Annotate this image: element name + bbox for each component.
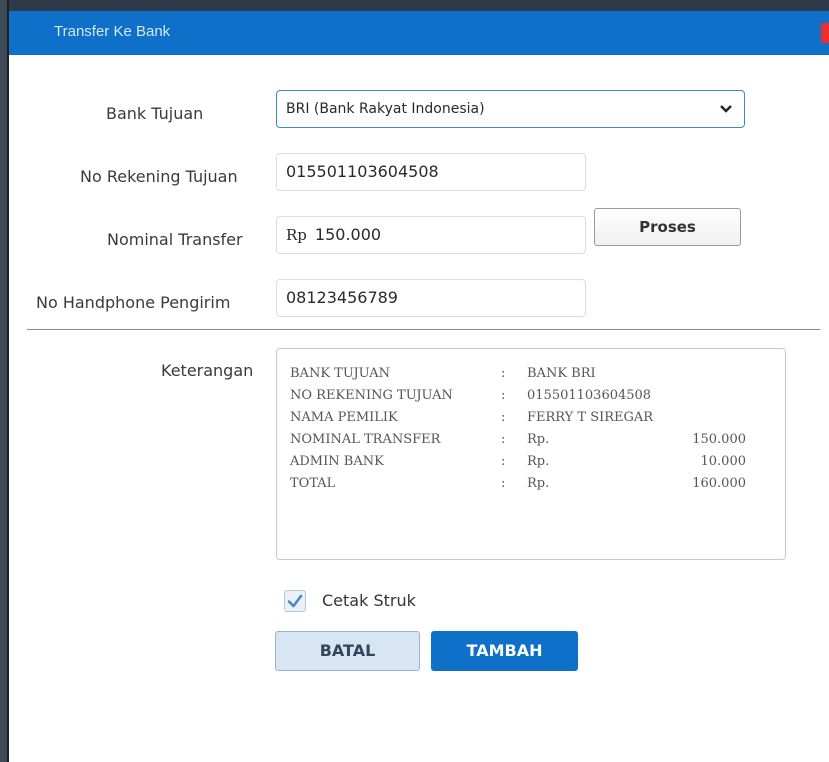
window-frame-left — [0, 0, 9, 762]
nominal-transfer-input[interactable]: Rp 150.000 — [276, 216, 586, 254]
keterangan-line: TOTAL: Rp. 160.000 — [290, 476, 746, 491]
keterangan-line: NAMA PEMILIK: FERRY T SIREGAR — [290, 410, 654, 425]
batal-button[interactable]: BATAL — [275, 631, 420, 671]
keterangan-line: BANK TUJUAN: BANK BRI — [290, 366, 596, 381]
bank-tujuan-label: Bank Tujuan — [106, 104, 204, 123]
currency-prefix: Rp — [286, 226, 307, 244]
window-title: Transfer Ke Bank — [54, 23, 171, 40]
no-rekening-value: 015501103604508 — [286, 162, 439, 181]
checkmark-icon — [287, 594, 303, 608]
keterangan-label: Keterangan — [161, 361, 254, 380]
window-frame-top — [9, 0, 829, 11]
close-button[interactable] — [821, 23, 829, 43]
bank-tujuan-value: BRI (Bank Rakyat Indonesia) — [286, 101, 485, 117]
section-divider — [27, 329, 820, 330]
no-handphone-label: No Handphone Pengirim — [36, 293, 231, 312]
proses-button[interactable]: Proses — [594, 208, 741, 246]
keterangan-line: NOMINAL TRANSFER: Rp. 150.000 — [290, 432, 746, 447]
keterangan-line: NO REKENING TUJUAN:015501103604508 — [290, 388, 652, 403]
tambah-button[interactable]: TAMBAH — [431, 631, 578, 671]
keterangan-line: ADMIN BANK: Rp. 10.000 — [290, 454, 746, 469]
chevron-down-icon — [720, 105, 732, 113]
no-handphone-value: 08123456789 — [286, 288, 398, 307]
no-rekening-label: No Rekening Tujuan — [80, 167, 238, 186]
no-rekening-input[interactable]: 015501103604508 — [276, 153, 586, 191]
nominal-transfer-label: Nominal Transfer — [107, 230, 243, 249]
cetak-struk-label[interactable]: Cetak Struk — [322, 591, 416, 610]
cetak-struk-checkbox[interactable] — [284, 590, 306, 612]
no-handphone-input[interactable]: 08123456789 — [276, 279, 586, 317]
bank-tujuan-select[interactable]: BRI (Bank Rakyat Indonesia) — [276, 90, 745, 128]
title-bar[interactable]: Transfer Ke Bank — [9, 11, 829, 55]
nominal-transfer-value: 150.000 — [314, 225, 382, 244]
keterangan-textarea[interactable]: BANK TUJUAN: BANK BRI NO REKENING TUJUAN:… — [276, 348, 786, 560]
